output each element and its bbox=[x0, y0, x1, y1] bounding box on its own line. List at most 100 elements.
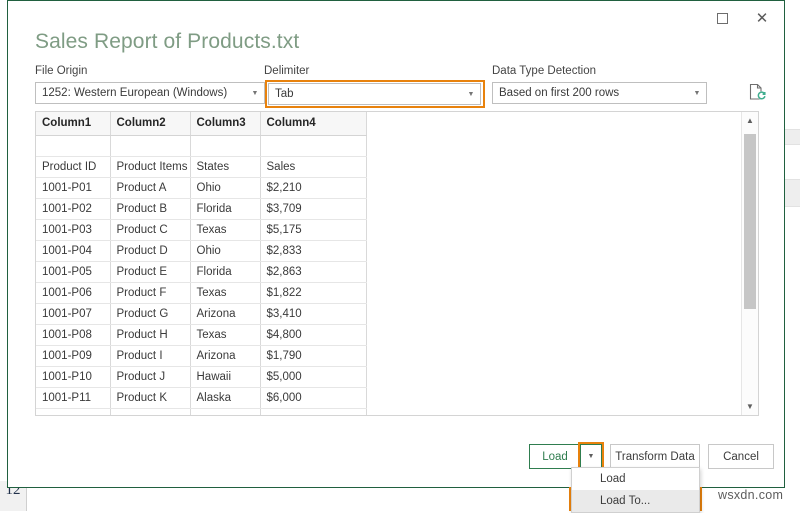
load-dropdown-menu: Load Load To... bbox=[571, 467, 700, 513]
table-cell: Product Items bbox=[110, 156, 191, 178]
table-cell: Product B bbox=[110, 198, 191, 220]
table-row: 1001-P08 Product H Texas $4,800 bbox=[36, 324, 367, 346]
scrollbar-thumb[interactable] bbox=[744, 134, 756, 309]
preview-table: Column1 Column2 Column3 Column4 Product … bbox=[36, 112, 367, 415]
table-cell: Product K bbox=[110, 387, 191, 409]
delimiter-label: Delimiter bbox=[264, 65, 310, 77]
column-header[interactable]: Column4 bbox=[260, 112, 367, 136]
table-cell: 1001-P06 bbox=[36, 282, 111, 304]
column-header[interactable]: Column3 bbox=[190, 112, 261, 136]
table-cell: Florida bbox=[190, 198, 261, 220]
table-cell: Ohio bbox=[190, 177, 261, 199]
file-origin-select[interactable]: 1252: Western European (Windows) ▼ bbox=[35, 82, 265, 104]
table-cell: Product C bbox=[110, 219, 191, 241]
dialog-title: Sales Report of Products.txt bbox=[35, 30, 300, 53]
table-row: 1001-P11 Product K Alaska $6,000 bbox=[36, 387, 367, 409]
menu-item-load-to[interactable]: Load To... bbox=[572, 490, 699, 512]
table-cell: Product E bbox=[110, 261, 191, 283]
table-cell: $1,822 bbox=[260, 282, 367, 304]
maximize-icon bbox=[716, 12, 728, 24]
table-cell: $1,790 bbox=[260, 345, 367, 367]
preview-header-row: Column1 Column2 Column3 Column4 bbox=[36, 112, 367, 136]
table-cell: 1001-P04 bbox=[36, 240, 111, 262]
chevron-down-icon: ▼ bbox=[693, 89, 701, 97]
table-cell: Texas bbox=[190, 324, 261, 346]
table-cell bbox=[260, 135, 367, 157]
chevron-down-icon: ▼ bbox=[251, 89, 259, 97]
table-cell: 1001-P07 bbox=[36, 303, 111, 325]
watermark: wsxdn.com bbox=[718, 488, 784, 502]
table-cell: 1001-P05 bbox=[36, 261, 111, 283]
table-cell: $5,000 bbox=[260, 366, 367, 388]
table-cell bbox=[190, 135, 261, 157]
table-row: 1001-P05 Product E Florida $2,863 bbox=[36, 261, 367, 283]
table-cell: 1001-P09 bbox=[36, 345, 111, 367]
table-cell: Product H bbox=[110, 324, 191, 346]
delimiter-value: Tab bbox=[275, 88, 294, 100]
load-button[interactable]: Load bbox=[529, 444, 581, 469]
menu-item-load[interactable]: Load bbox=[572, 468, 699, 490]
data-type-detection-label: Data Type Detection bbox=[492, 65, 596, 77]
table-cell: Product A bbox=[110, 177, 191, 199]
table-row: Product ID Product Items States Sales bbox=[36, 156, 367, 178]
table-row: 1001-P10 Product J Hawaii $5,000 bbox=[36, 366, 367, 388]
table-cell: $2,833 bbox=[260, 240, 367, 262]
table-cell: Product F bbox=[110, 282, 191, 304]
table-cell: Arizona bbox=[190, 345, 261, 367]
column-header[interactable]: Column2 bbox=[110, 112, 191, 136]
table-cell: Florida bbox=[190, 261, 261, 283]
table-cell: 1001-P02 bbox=[36, 198, 111, 220]
table-cell bbox=[190, 408, 261, 415]
table-cell bbox=[260, 408, 367, 415]
scroll-up-arrow-icon[interactable]: ▲ bbox=[742, 112, 758, 129]
table-cell: Product ID bbox=[36, 156, 111, 178]
table-cell: 1001-P03 bbox=[36, 219, 111, 241]
table-cell: Hawaii bbox=[190, 366, 261, 388]
table-cell: $2,210 bbox=[260, 177, 367, 199]
table-cell: 1001-P10 bbox=[36, 366, 111, 388]
cancel-button[interactable]: Cancel bbox=[708, 444, 774, 469]
table-row: 1001-P06 Product F Texas $1,822 bbox=[36, 282, 367, 304]
table-row bbox=[36, 135, 367, 157]
preview-vertical-scrollbar[interactable]: ▲ ▼ bbox=[741, 112, 758, 415]
preview-body: Product ID Product Items States Sales 1001-P… bbox=[36, 135, 367, 415]
table-row: 1001-P02 Product B Florida $3,709 bbox=[36, 198, 367, 220]
table-cell: Product D bbox=[110, 240, 191, 262]
table-cell: $5,175 bbox=[260, 219, 367, 241]
table-cell: 1001-P08 bbox=[36, 324, 111, 346]
window-controls: ✕ bbox=[702, 3, 782, 33]
table-row: 1001-P04 Product D Ohio $2,833 bbox=[36, 240, 367, 262]
table-row: 1001-P01 Product A Ohio $2,210 bbox=[36, 177, 367, 199]
data-type-detection-select[interactable]: Based on first 200 rows ▼ bbox=[492, 82, 707, 104]
table-cell: Texas bbox=[190, 282, 261, 304]
table-cell: Ohio bbox=[190, 240, 261, 262]
table-cell: 1001-P01 bbox=[36, 177, 111, 199]
table-cell: Product G bbox=[110, 303, 191, 325]
table-row: 1001-P07 Product G Arizona $3,410 bbox=[36, 303, 367, 325]
table-cell: Product I bbox=[110, 345, 191, 367]
table-cell bbox=[36, 135, 111, 157]
file-refresh-icon[interactable] bbox=[747, 82, 767, 102]
column-header[interactable]: Column1 bbox=[36, 112, 111, 136]
delimiter-select[interactable]: Tab ▼ bbox=[268, 83, 481, 105]
maximize-button[interactable] bbox=[702, 3, 742, 33]
file-refresh-glyph bbox=[749, 83, 766, 100]
close-button[interactable]: ✕ bbox=[742, 3, 782, 33]
table-cell: $2,863 bbox=[260, 261, 367, 283]
close-icon: ✕ bbox=[755, 9, 769, 27]
table-cell: $3,410 bbox=[260, 303, 367, 325]
table-cell: Texas bbox=[190, 219, 261, 241]
scroll-down-arrow-icon[interactable]: ▼ bbox=[742, 398, 758, 415]
table-cell: 1001-P11 bbox=[36, 387, 111, 409]
file-origin-label: File Origin bbox=[35, 65, 88, 77]
table-cell bbox=[110, 135, 191, 157]
table-row: 1001-P09 Product I Arizona $1,790 bbox=[36, 345, 367, 367]
import-text-file-dialog: ✕ Sales Report of Products.txt File Orig… bbox=[7, 0, 785, 488]
table-row bbox=[36, 408, 367, 415]
table-cell bbox=[110, 408, 191, 415]
table-cell: States bbox=[190, 156, 261, 178]
table-cell: Arizona bbox=[190, 303, 261, 325]
transform-data-button[interactable]: Transform Data bbox=[610, 444, 700, 469]
load-dropdown-arrow-button[interactable]: ▼ bbox=[580, 444, 602, 469]
table-cell: $4,800 bbox=[260, 324, 367, 346]
